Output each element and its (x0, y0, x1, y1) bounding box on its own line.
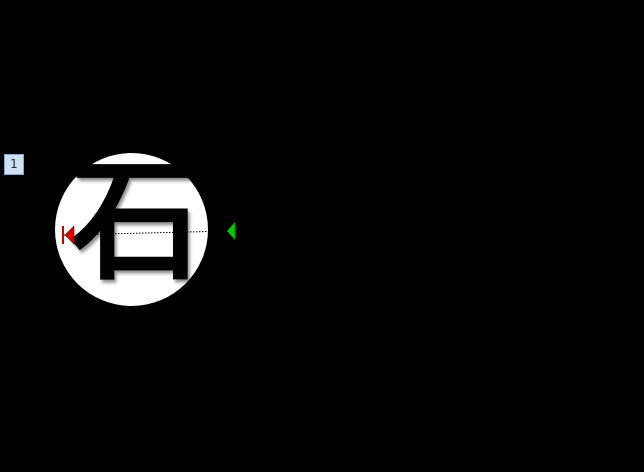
motion-path-end-icon[interactable] (226, 221, 236, 241)
circle-shape[interactable] (55, 153, 208, 306)
slide-canvas: 石 (0, 0, 644, 472)
